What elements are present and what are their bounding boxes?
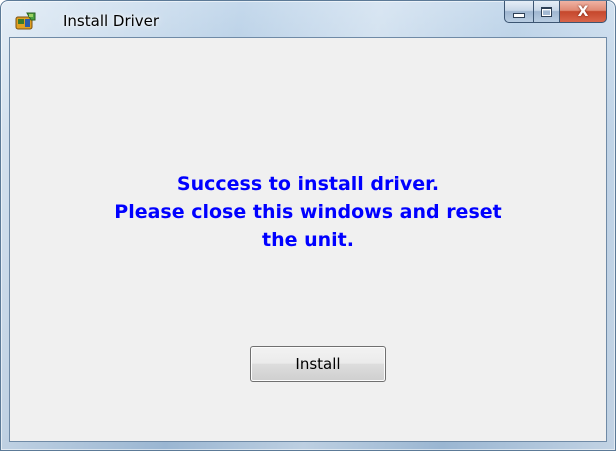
maximize-button[interactable] (533, 1, 560, 23)
close-button[interactable]: X (560, 1, 607, 23)
status-message-line-3: the unit. (262, 229, 354, 251)
minimize-icon (513, 13, 525, 18)
close-icon: X (577, 3, 589, 20)
client-area: Success to install driver. Please close … (9, 37, 607, 442)
status-message: Success to install driver. Please close … (10, 170, 606, 254)
minimize-button[interactable] (504, 1, 533, 23)
driver-install-icon (15, 11, 37, 31)
install-driver-window: Install Driver X Success to install driv… (0, 0, 616, 451)
maximize-icon (541, 6, 552, 17)
status-message-line-1: Success to install driver. (176, 173, 440, 195)
status-message-line-2: Please close this windows and reset (114, 201, 502, 223)
title-bar[interactable]: Install Driver X (1, 1, 615, 37)
window-title: Install Driver (63, 12, 160, 30)
caption-buttons: X (504, 1, 607, 23)
install-button[interactable]: Install (250, 346, 386, 382)
